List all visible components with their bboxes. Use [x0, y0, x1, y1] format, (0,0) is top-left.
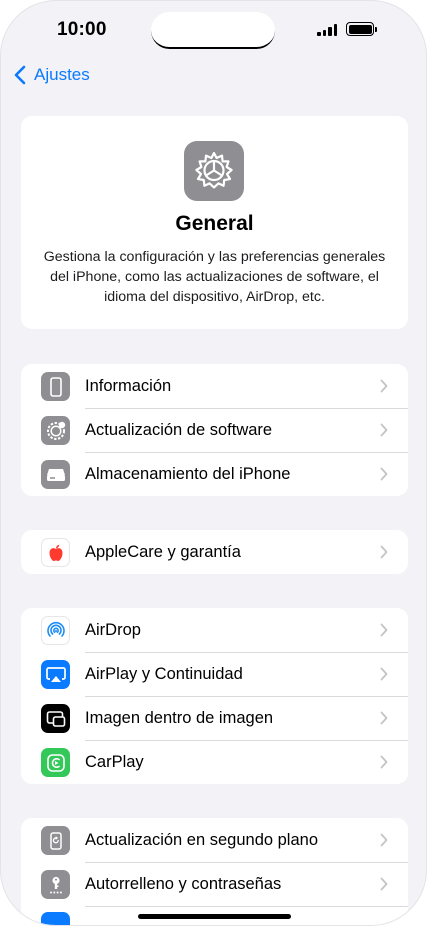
- row-airplay[interactable]: AirPlay y Continuidad: [21, 652, 408, 696]
- settings-group-3: AirDrop AirPlay y Continuidad Imagen den…: [21, 608, 408, 784]
- row-informacion[interactable]: Información: [21, 364, 408, 408]
- chevron-right-icon: [380, 667, 388, 681]
- row-label: Información: [85, 377, 172, 395]
- row-label: Actualización en segundo plano: [85, 831, 319, 849]
- page-description: Gestiona la configuración y las preferen…: [43, 249, 386, 305]
- row-background-refresh[interactable]: Actualización en segundo plano: [21, 818, 408, 862]
- row-autorrelleno[interactable]: Autorrelleno y contraseñas: [21, 862, 408, 906]
- carplay-icon: [41, 748, 70, 777]
- battery-icon: [346, 22, 377, 36]
- chevron-right-icon: [380, 755, 388, 769]
- chevron-left-icon: [14, 65, 26, 85]
- chevron-right-icon: [380, 423, 388, 437]
- chevron-right-icon: [380, 379, 388, 393]
- status-bar: 10:00: [1, 1, 426, 57]
- gear-icon: [184, 141, 244, 201]
- dynamic-island: [151, 12, 275, 49]
- background-refresh-icon: [41, 826, 70, 855]
- picture-in-picture-icon: [41, 704, 70, 733]
- chevron-right-icon: [380, 711, 388, 725]
- back-button[interactable]: Ajustes: [13, 65, 90, 85]
- chevron-right-icon: [380, 467, 388, 481]
- general-header-card: General Gestiona la configuración y las …: [21, 116, 408, 329]
- row-almacenamiento[interactable]: Almacenamiento del iPhone: [21, 452, 408, 496]
- apple-logo-icon: [41, 538, 70, 567]
- settings-group-1: Información Actualización de software Al…: [21, 364, 408, 496]
- page-title: General: [175, 212, 254, 235]
- key-autofill-icon: [41, 870, 70, 899]
- row-picture-in-picture[interactable]: Imagen dentro de imagen: [21, 696, 408, 740]
- software-update-gear-icon: [41, 416, 70, 445]
- chevron-right-icon: [380, 877, 388, 891]
- back-button-label: Ajustes: [34, 65, 90, 84]
- cellular-signal-icon: [317, 24, 337, 36]
- row-actualizacion-software[interactable]: Actualización de software: [21, 408, 408, 452]
- settings-group-2: AppleCare y garantía: [21, 530, 408, 574]
- row-label: AirPlay y Continuidad: [85, 665, 243, 683]
- row-label: Almacenamiento del iPhone: [85, 465, 291, 483]
- row-label: AirDrop: [85, 621, 141, 639]
- row-label: CarPlay: [85, 753, 144, 771]
- row-airdrop[interactable]: AirDrop: [21, 608, 408, 652]
- home-indicator[interactable]: [138, 914, 291, 919]
- row-applecare[interactable]: AppleCare y garantía: [21, 530, 408, 574]
- chevron-right-icon: [380, 833, 388, 847]
- phone-info-icon: [41, 372, 70, 401]
- settings-group-4: Actualización en segundo plano Autorrell…: [21, 818, 408, 925]
- row-label: Autorrelleno y contraseñas: [85, 875, 282, 893]
- row-label: Imagen dentro de imagen: [85, 709, 274, 727]
- airdrop-icon: [41, 616, 70, 645]
- phone-screen: 10:00 Ajustes General Gestiona la config…: [0, 0, 427, 926]
- row-carplay[interactable]: CarPlay: [21, 740, 408, 784]
- airplay-icon: [41, 660, 70, 689]
- row-label: AppleCare y garantía: [85, 543, 241, 561]
- row-label: Actualización de software: [85, 421, 273, 439]
- storage-drive-icon: [41, 460, 70, 489]
- chevron-right-icon: [380, 623, 388, 637]
- chevron-right-icon: [380, 545, 388, 559]
- status-time: 10:00: [57, 19, 107, 40]
- partial-row-icon: [41, 912, 70, 925]
